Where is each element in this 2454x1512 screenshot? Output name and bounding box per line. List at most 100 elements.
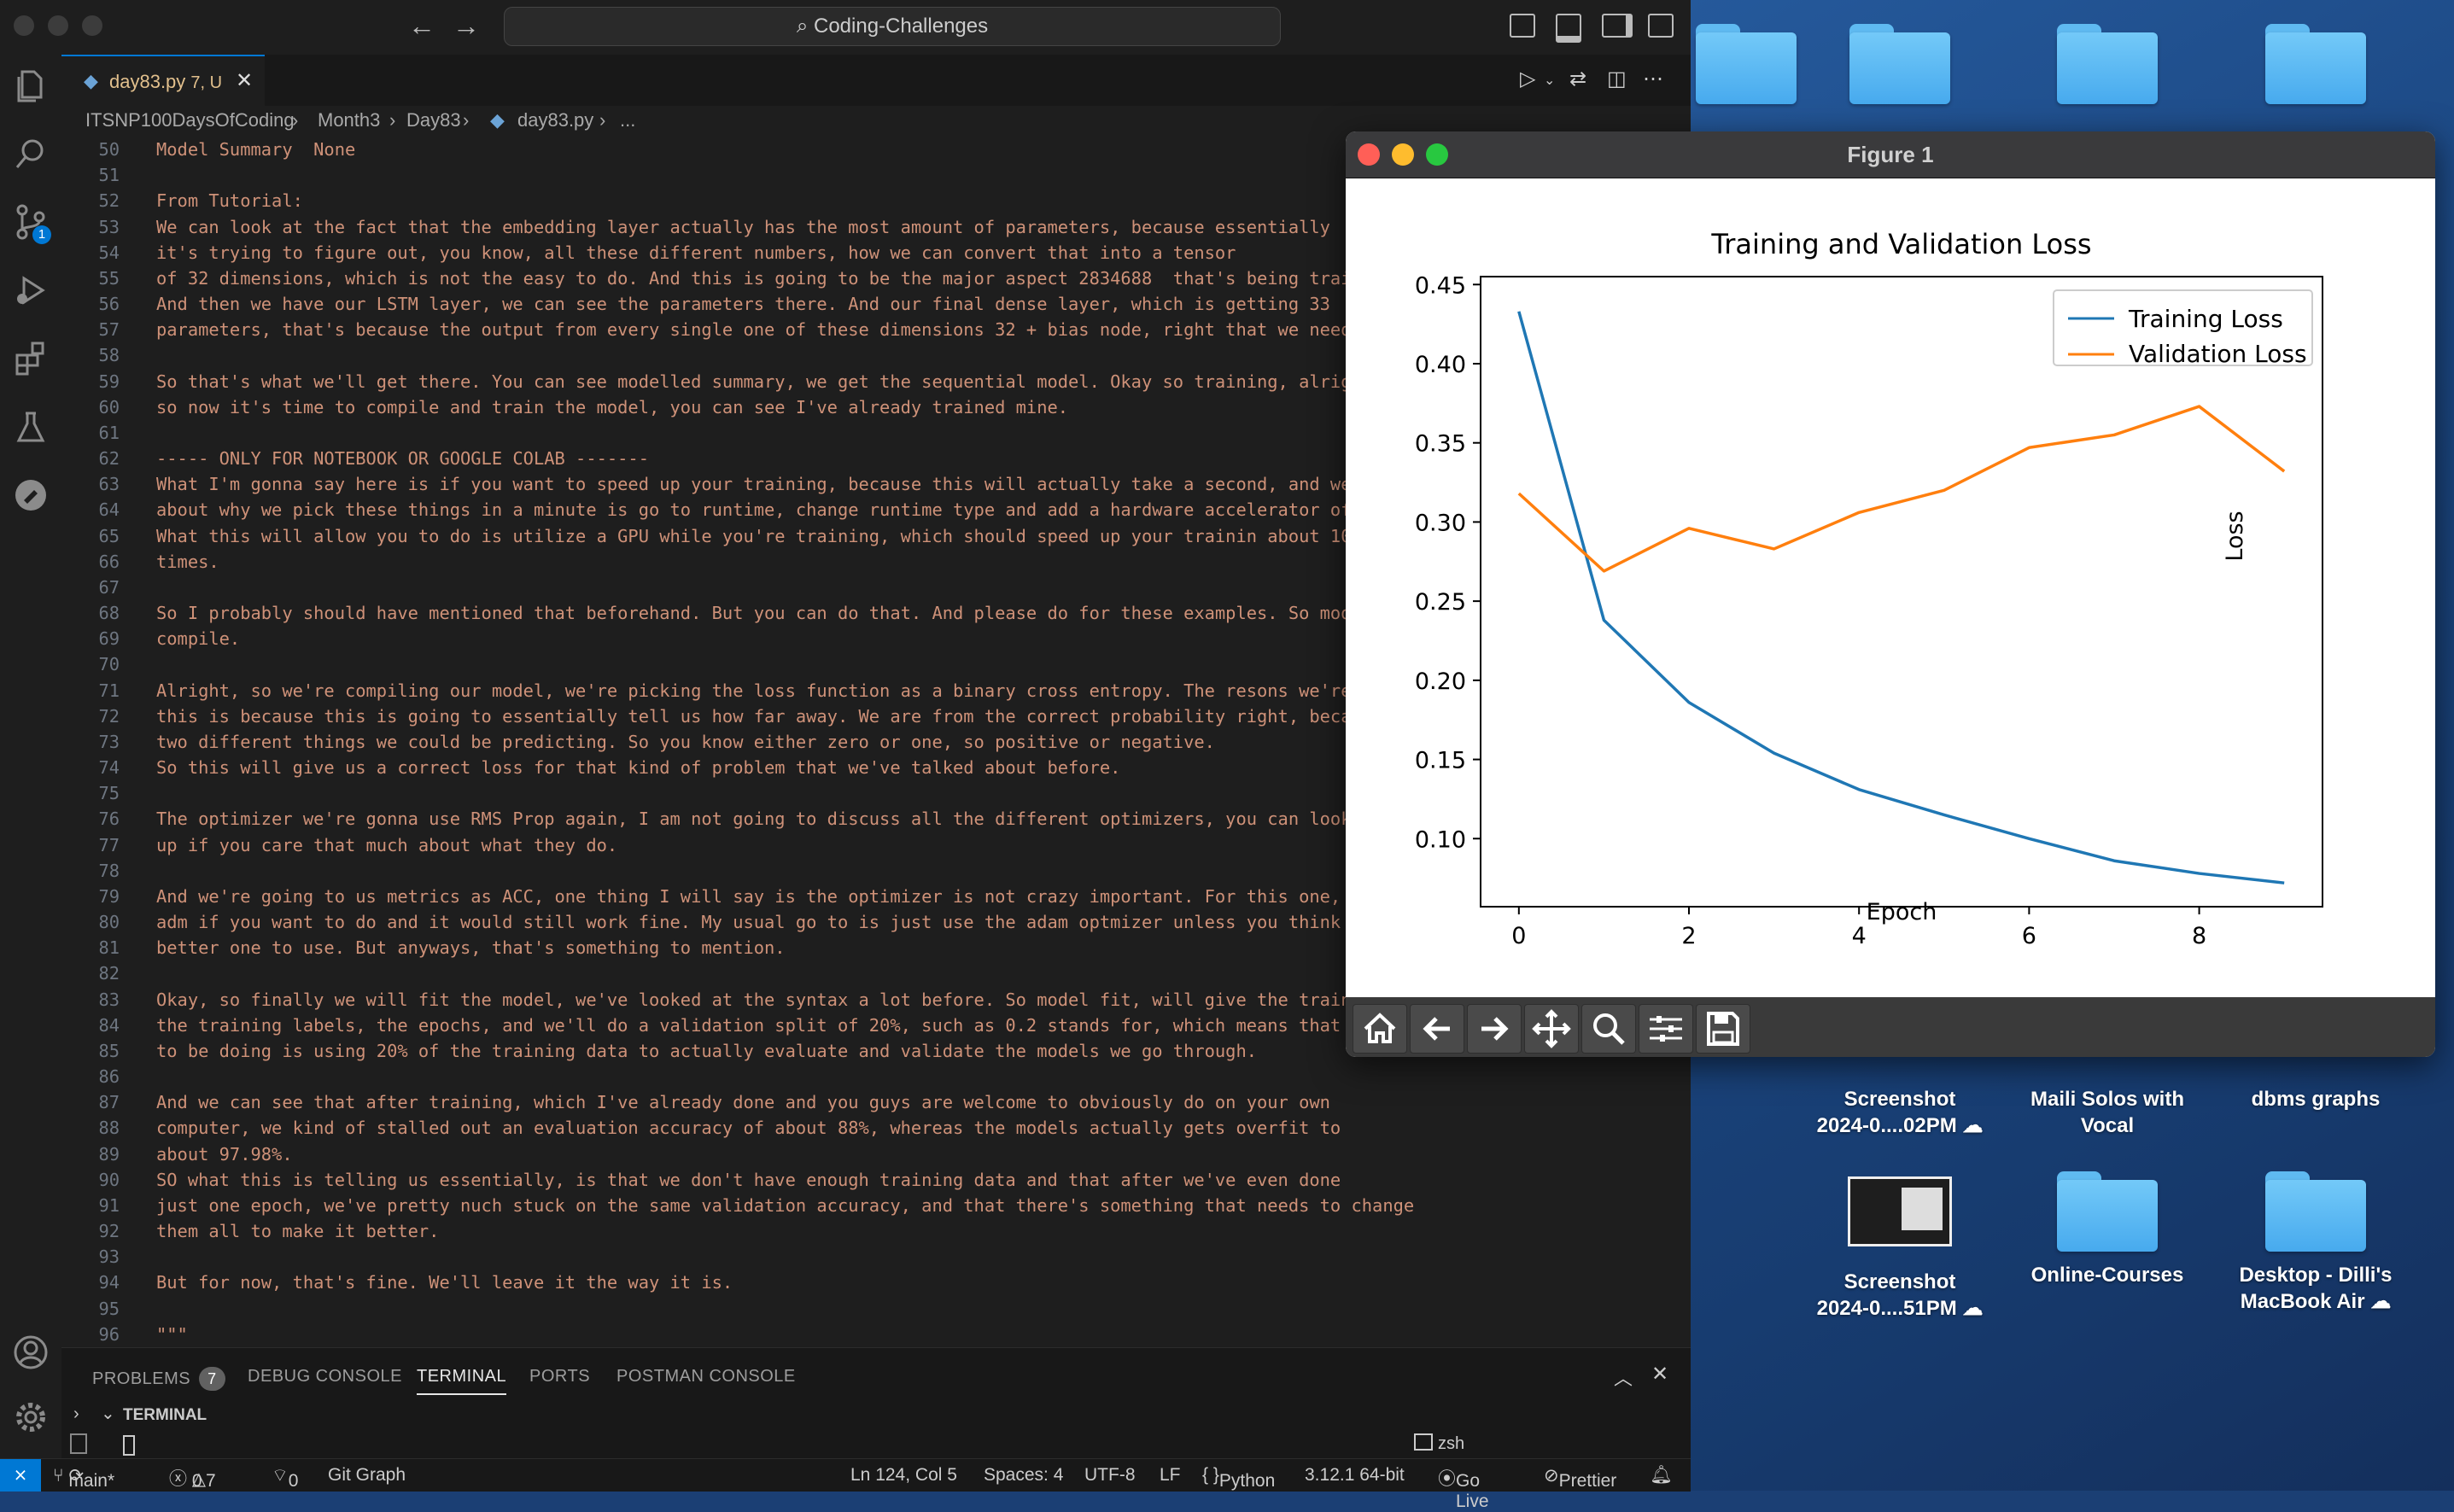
run-debug-icon[interactable] — [12, 271, 50, 309]
breadcrumb-item[interactable]: ITSNP100DaysOfCoding — [85, 109, 295, 131]
y-tick-label: 0.35 — [1415, 431, 1466, 458]
explorer-icon[interactable] — [12, 67, 50, 104]
line-text: And then we have our LSTM layer, we can … — [156, 294, 1330, 315]
ports-indicator[interactable]: ⌔ 0 — [272, 1465, 298, 1491]
code-line[interactable]: 96 """ — [61, 1322, 1691, 1347]
prettier-button[interactable]: ⊘ Prettier — [1544, 1465, 1616, 1491]
forward-arrow-icon[interactable] — [1467, 1004, 1522, 1054]
back-arrow-icon[interactable] — [1410, 1004, 1464, 1054]
chevron-right-icon[interactable]: › — [73, 1404, 79, 1424]
problems-indicator[interactable]: ⓧ 0 △ 7 — [169, 1465, 216, 1491]
run-python-file-icon[interactable]: ▷ — [1520, 67, 1535, 91]
desktop-folder[interactable] — [1996, 24, 2218, 114]
desktop-item-online-courses[interactable]: Online-Courses — [1996, 1171, 2218, 1288]
source-control-icon[interactable]: 1 — [12, 203, 51, 244]
line-text: We can look at the fact that the embeddi… — [156, 216, 1330, 237]
line-number: 80 — [98, 912, 120, 933]
code-line[interactable]: 88 computer, we kind of stalled out an ev… — [61, 1115, 1691, 1141]
desktop-item-screenshot-2[interactable]: Screenshot 2024-0....51PM ☁ — [1789, 1173, 2011, 1322]
chevron-down-icon[interactable]: ⌄ — [101, 1403, 115, 1424]
desktop-item-dbms-graphs[interactable]: dbms graphs — [2205, 1086, 2427, 1112]
language-mode[interactable]: { } Python — [1202, 1465, 1275, 1491]
code-line[interactable]: 87 And we can see that after training, wh… — [61, 1089, 1691, 1115]
zoom-window-button[interactable] — [82, 15, 102, 36]
customize-layout-icon[interactable] — [1648, 14, 1674, 38]
y-tick-label: 0.25 — [1415, 589, 1466, 616]
tab-debug-console[interactable]: DEBUG CONSOLE — [248, 1367, 402, 1386]
close-panel-icon[interactable]: ✕ — [1651, 1362, 1668, 1386]
code-line[interactable]: 90 SO what this is telling us essentially… — [61, 1167, 1691, 1193]
extensions-icon[interactable] — [12, 340, 50, 377]
end-of-line[interactable]: LF — [1160, 1465, 1181, 1486]
code-line[interactable]: 89 about 97.98%. — [61, 1141, 1691, 1167]
git-graph-button[interactable]: Git Graph — [328, 1465, 406, 1486]
account-icon[interactable] — [12, 1334, 50, 1371]
branch-indicator[interactable]: ⑂ main* ⟳ — [53, 1465, 114, 1491]
run-options-chevron-icon[interactable]: ⌄ — [1544, 72, 1555, 89]
terminal-list-icon[interactable] — [70, 1433, 87, 1454]
pan-move-icon[interactable] — [1524, 1004, 1579, 1054]
line-text: And we're going to us metrics as ACC, on… — [156, 885, 1488, 907]
maximize-panel-chevron-up-icon[interactable]: ︿ — [1614, 1363, 1633, 1391]
line-text: computer, we kind of stalled out an eval… — [156, 1118, 1341, 1139]
code-line[interactable]: 94 But for now, that's fine. We'll leave … — [61, 1270, 1691, 1295]
go-live-button[interactable]: ⦿ Go Live — [1438, 1465, 1489, 1511]
terminal-cursor[interactable] — [123, 1435, 135, 1456]
more-actions-icon[interactable]: ⋯ — [1643, 67, 1663, 91]
back-arrow-icon[interactable]: ← — [408, 10, 435, 42]
desktop-item-screenshot-1[interactable]: Screenshot 2024-0....02PM ☁ — [1789, 1086, 2011, 1139]
x-tick-label: 8 — [2192, 923, 2206, 949]
encoding[interactable]: UTF-8 — [1084, 1465, 1136, 1486]
toggle-secondary-sidebar-icon[interactable] — [1602, 14, 1633, 38]
settings-gear-icon[interactable] — [12, 1398, 50, 1436]
command-center[interactable]: ⌕ Coding-Challenges — [504, 7, 1281, 46]
close-window-button[interactable] — [14, 15, 34, 36]
breadcrumb-item[interactable]: day83.py — [517, 109, 593, 131]
forward-arrow-icon[interactable]: → — [453, 10, 480, 42]
line-text: The optimizer we're gonna use RMS Prop a… — [156, 809, 1404, 830]
notifications-bell-icon[interactable]: 🔔︎ — [1650, 1465, 1673, 1486]
breadcrumb-item[interactable]: ... — [620, 109, 635, 131]
remote-indicator-icon[interactable]: ⨯ — [0, 1459, 41, 1492]
line-number: 69 — [98, 628, 120, 650]
desktop-item-desktop-dilli[interactable]: Desktop - Dilli's MacBook Air ☁ — [2205, 1171, 2427, 1315]
search-icon[interactable] — [12, 135, 50, 172]
desktop-item-maili-solos[interactable]: Maili Solos with Vocal — [1996, 1086, 2218, 1139]
code-line[interactable]: 86 — [61, 1064, 1691, 1089]
open-changes-icon[interactable]: ⇄ — [1569, 67, 1586, 91]
tab-ports[interactable]: PORTS — [529, 1367, 590, 1386]
save-figure-icon[interactable] — [1696, 1004, 1750, 1054]
desktop-folder[interactable] — [2205, 24, 2427, 114]
cursor-position[interactable]: Ln 124, Col 5 — [850, 1465, 957, 1486]
line-number: 61 — [98, 422, 120, 443]
home-icon[interactable] — [1353, 1004, 1407, 1054]
breadcrumb-item[interactable]: Month3 — [318, 109, 380, 131]
testing-flask-icon[interactable] — [12, 408, 50, 446]
tab-terminal[interactable]: TERMINAL — [417, 1367, 507, 1395]
tab-problems[interactable]: PROBLEMS 7 — [92, 1367, 225, 1391]
line-number: 87 — [98, 1092, 120, 1113]
python-interpreter[interactable]: 3.12.1 64-bit — [1305, 1465, 1405, 1486]
line-number: 94 — [98, 1272, 120, 1293]
zoom-magnifier-icon[interactable] — [1581, 1004, 1636, 1054]
folder-icon — [2265, 1171, 2366, 1252]
toggle-primary-sidebar-icon[interactable] — [1510, 14, 1535, 38]
line-text: adm if you want to do and it would still… — [156, 912, 1446, 933]
breadcrumb-item[interactable]: Day83 — [406, 109, 461, 131]
close-tab-icon[interactable]: ✕ — [236, 68, 253, 93]
code-line[interactable]: 93 — [61, 1244, 1691, 1270]
configure-subplots-icon[interactable] — [1639, 1004, 1693, 1054]
chevron-right-icon: › — [599, 109, 606, 131]
minimize-window-button[interactable] — [48, 15, 68, 36]
split-editor-icon[interactable]: ◫ — [1607, 67, 1627, 91]
indentation[interactable]: Spaces: 4 — [984, 1465, 1063, 1486]
code-line[interactable]: 95 — [61, 1296, 1691, 1322]
postman-icon[interactable] — [12, 476, 50, 514]
code-line[interactable]: 92 them all to make it better. — [61, 1218, 1691, 1244]
terminal-shell-tab[interactable]: zsh — [1414, 1433, 1464, 1454]
code-line[interactable]: 91 just one epoch, we've pretty nuch stuc… — [61, 1193, 1691, 1218]
desktop-folder[interactable] — [1789, 24, 2011, 114]
tab-day83-py[interactable]: ◆ day83.py 7, U ✕ — [61, 55, 265, 108]
toggle-panel-icon[interactable] — [1556, 14, 1581, 43]
tab-postman-console[interactable]: POSTMAN CONSOLE — [616, 1367, 796, 1386]
